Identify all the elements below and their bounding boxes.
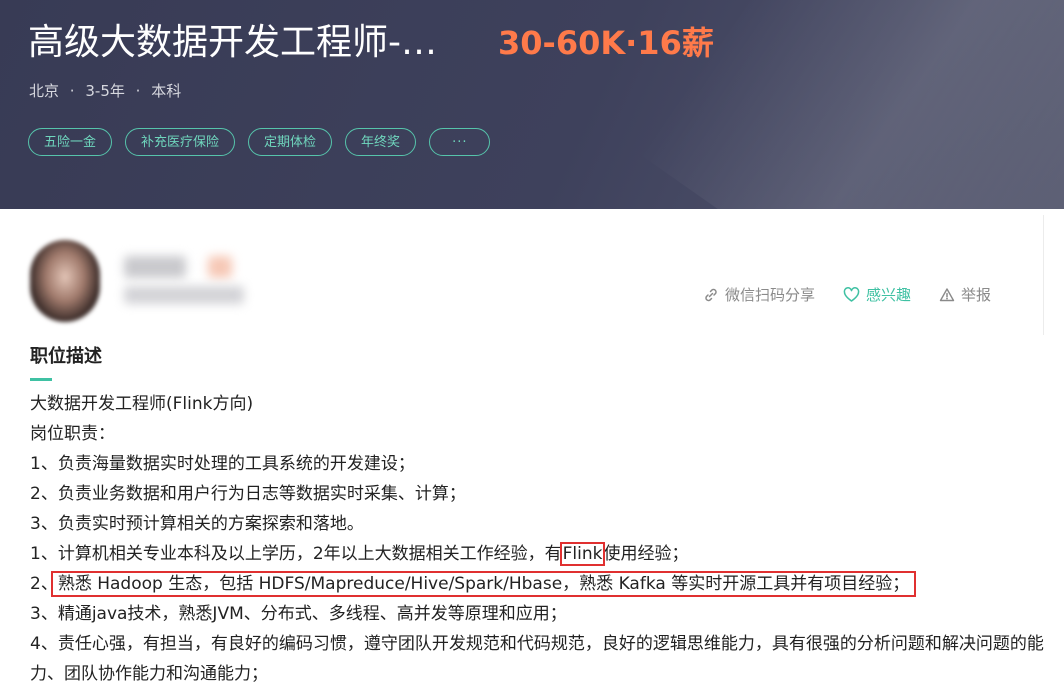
- interest-button[interactable]: 感兴趣: [843, 284, 911, 305]
- recruiter-status-blurred: [124, 286, 244, 304]
- description-line: 3、负责实时预计算相关的方案探索和落地。: [30, 514, 364, 534]
- recruiter-name-blurred: [124, 256, 186, 278]
- benefit-tag[interactable]: 定期体检: [248, 128, 333, 156]
- section-underline: [30, 378, 52, 381]
- description-line: 岗位职责：: [30, 424, 115, 444]
- benefit-tag[interactable]: 五险一金: [28, 128, 113, 156]
- requirement-text: 使用经验；: [603, 544, 689, 564]
- meta-separator: ·: [69, 82, 75, 100]
- requirement-line: 3、精通java技术，熟悉JVM、分布式、多线程、高并发等原理和应用；: [30, 604, 567, 624]
- job-actions: 微信扫码分享 感兴趣 举报: [703, 284, 991, 305]
- warning-icon: [939, 287, 955, 303]
- job-header: 高级大数据开发工程师-… 30-60K·16薪 北京 · 3-5年 · 本科 五…: [0, 0, 1064, 209]
- job-education: 本科: [151, 82, 182, 100]
- job-title: 高级大数据开发工程师-…: [28, 22, 437, 63]
- benefit-tag[interactable]: 年终奖: [345, 128, 417, 156]
- section-title: 职位描述: [30, 346, 102, 367]
- highlighted-keyword: Flink: [559, 542, 606, 566]
- description-line: 大数据开发工程师(Flink方向): [30, 394, 254, 414]
- scroll-divider: [1043, 215, 1044, 335]
- benefit-tags: 五险一金 补充医疗保险 定期体检 年终奖 ···: [28, 128, 491, 156]
- interest-label: 感兴趣: [866, 286, 912, 304]
- report-label: 举报: [961, 286, 992, 304]
- job-description: 大数据开发工程师(Flink方向) 岗位职责： 1、负责海量数据实时处理的工具系…: [30, 389, 1060, 689]
- share-label: 微信扫码分享: [725, 286, 816, 304]
- recruiter-badge-blurred: [208, 256, 232, 278]
- requirement-line: 4、责任心强，有担当，有良好的编码习惯，遵守团队开发规范和代码规范，良好的逻辑思…: [30, 634, 1044, 684]
- meta-separator: ·: [135, 82, 141, 100]
- benefit-tag[interactable]: 补充医疗保险: [125, 128, 236, 156]
- report-button[interactable]: 举报: [939, 284, 991, 305]
- job-meta: 北京 · 3-5年 · 本科: [29, 80, 181, 101]
- heart-icon: [843, 286, 860, 303]
- highlighted-requirement: 熟悉 Hadoop 生态，包括 HDFS/Mapreduce/Hive/Spar…: [50, 571, 917, 597]
- requirement-line: 1、计算机相关专业本科及以上学历，2年以上大数据相关工作经验，有Flink使用经…: [30, 539, 1060, 569]
- avatar[interactable]: [30, 240, 100, 322]
- more-tags-button[interactable]: ···: [429, 128, 491, 156]
- wechat-share-button[interactable]: 微信扫码分享: [703, 284, 815, 305]
- description-line: 2、负责业务数据和用户行为日志等数据实时采集、计算；: [30, 484, 466, 504]
- description-line: 1、负责海量数据实时处理的工具系统的开发建设；: [30, 454, 415, 474]
- job-location: 北京: [29, 82, 60, 100]
- requirement-text: 1、计算机相关专业本科及以上学历，2年以上大数据相关工作经验，有: [30, 544, 562, 564]
- job-experience: 3-5年: [85, 82, 125, 100]
- requirement-line: 2、熟悉 Hadoop 生态，包括 HDFS/Mapreduce/Hive/Sp…: [30, 569, 1060, 599]
- link-icon: [703, 287, 719, 303]
- salary: 30-60K·16薪: [498, 24, 714, 62]
